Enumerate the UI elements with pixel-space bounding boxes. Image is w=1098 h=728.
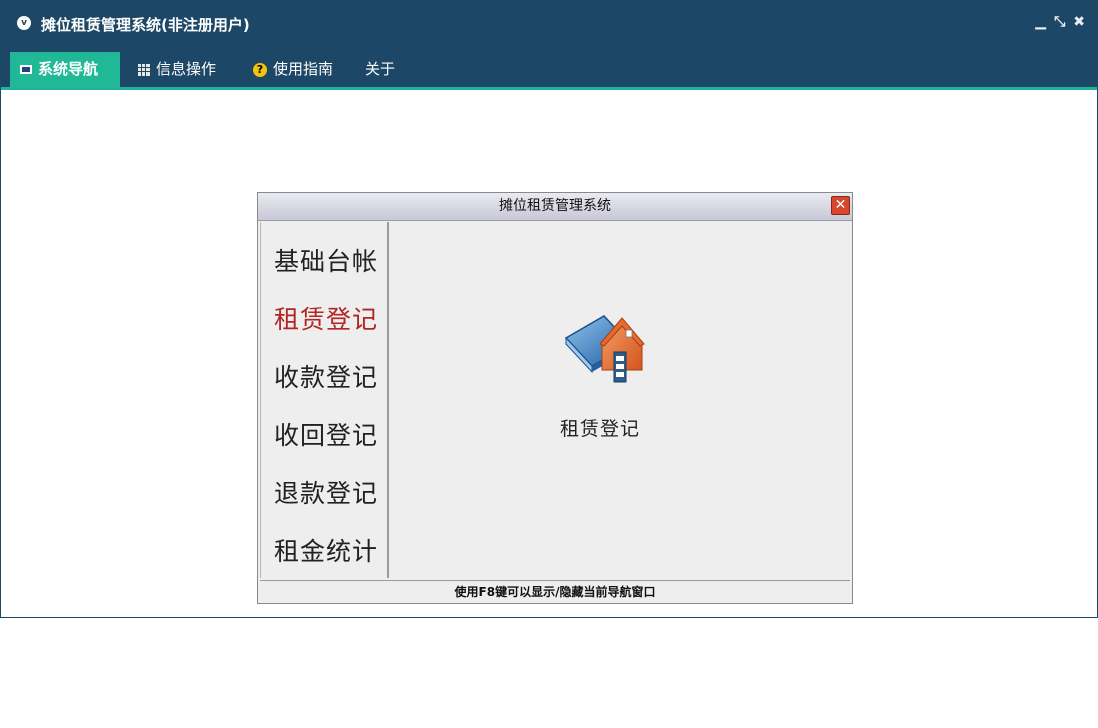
dialog-body: 基础台帐 租赁登记 收款登记 收回登记 退款登记 租金统计 租赁登记	[260, 222, 850, 578]
feature-label: 租赁登记	[559, 418, 640, 440]
content-panel: 租赁登记	[390, 222, 850, 578]
menu-item-user-guide[interactable]: ? 使用指南	[243, 52, 343, 87]
menu-item-label: 关于	[365, 60, 396, 78]
dialog-status-bar: 使用F8键可以显示/隐藏当前导航窗口	[260, 580, 850, 603]
window-title: 摊位租赁管理系统(非注册用户)	[41, 16, 250, 34]
dialog-close-icon[interactable]: ✕	[831, 196, 850, 215]
nav-item-recovery-registration[interactable]: 收回登记	[274, 416, 378, 452]
menu-item-info-operations[interactable]: 信息操作	[128, 52, 226, 87]
menu-item-label: 信息操作	[156, 60, 217, 78]
close-icon[interactable]: ✖	[1073, 13, 1085, 31]
nav-item-ledger[interactable]: 基础台帐	[274, 242, 378, 278]
nav-item-lease-registration[interactable]: 租赁登记	[274, 300, 378, 336]
book-house-icon[interactable]	[556, 300, 648, 392]
nav-item-refund-registration[interactable]: 退款登记	[274, 474, 378, 510]
monitor-icon	[20, 65, 32, 74]
navigation-dialog: 摊位租赁管理系统 ✕ 基础台帐 租赁登记 收款登记 收回登记 退款登记 租金统计	[257, 192, 853, 604]
app-window: v 摊位租赁管理系统(非注册用户) ▁ ⤡ ✖ 系统导航 信息操作 ? 使用指南 …	[0, 0, 1098, 618]
restore-icon[interactable]: ⤡	[1054, 13, 1065, 31]
dialog-title-bar[interactable]: 摊位租赁管理系统 ✕	[258, 193, 852, 221]
dialog-title: 摊位租赁管理系统	[499, 198, 611, 214]
nav-item-rent-statistics[interactable]: 租金统计	[274, 532, 378, 568]
menu-item-system-navigation[interactable]: 系统导航	[10, 52, 120, 87]
menu-item-label: 系统导航	[38, 60, 99, 78]
grid-icon	[138, 63, 150, 76]
nav-item-payment-registration[interactable]: 收款登记	[274, 358, 378, 394]
menu-item-label: 使用指南	[273, 60, 334, 78]
app-logo-icon: v	[17, 16, 31, 30]
menu-item-about[interactable]: 关于	[355, 52, 405, 87]
window-controls: ▁ ⤡ ✖	[1035, 13, 1085, 31]
menu-bar: 系统导航 信息操作 ? 使用指南 关于	[1, 47, 1097, 90]
minimize-icon[interactable]: ▁	[1035, 13, 1046, 31]
nav-panel: 基础台帐 租赁登记 收款登记 收回登记 退款登记 租金统计	[260, 222, 389, 578]
title-bar: v 摊位租赁管理系统(非注册用户) ▁ ⤡ ✖	[1, 1, 1097, 47]
help-icon: ?	[253, 62, 267, 77]
